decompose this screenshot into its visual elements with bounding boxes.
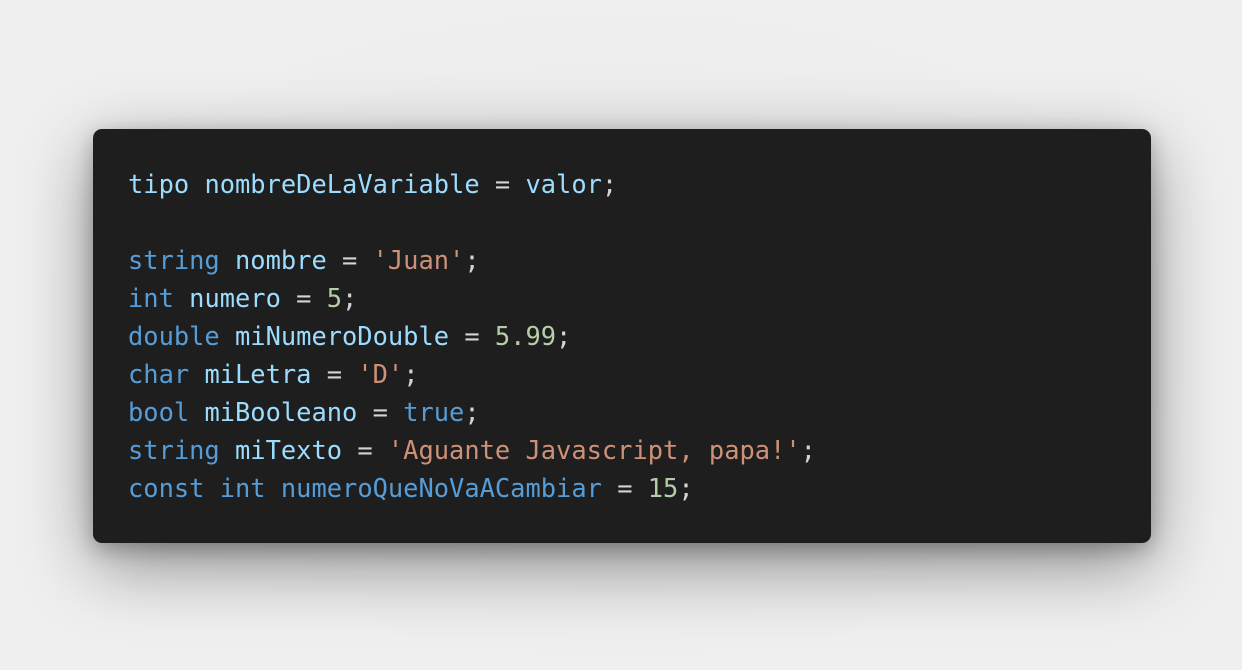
code-keyword: string [128, 435, 220, 465]
code-snippet-window: tipo nombreDeLaVariable = valor; string n… [93, 129, 1151, 543]
code-punctuation [189, 169, 204, 199]
code-keyword: string [128, 245, 220, 275]
code-punctuation: = [601, 473, 648, 503]
code-punctuation: ; [464, 397, 480, 427]
code-identifier: miLetra [204, 359, 312, 389]
code-keyword: int [219, 473, 266, 503]
code-keyword: numeroQueNoVaACambiar [280, 473, 602, 503]
code-identifier: valor [525, 169, 602, 199]
code-punctuation: ; [342, 283, 358, 313]
code-identifier: miNumeroDouble [235, 321, 450, 351]
code-punctuation: = [311, 359, 358, 389]
code-punctuation [220, 435, 235, 465]
code-identifier: miTexto [235, 435, 343, 465]
code-punctuation: = [342, 435, 388, 465]
code-punctuation [266, 473, 281, 503]
code-keyword: true [403, 397, 465, 427]
code-identifier: nombre [235, 245, 327, 275]
page-background: tipo nombreDeLaVariable = valor; string n… [0, 0, 1242, 670]
code-number: 15 [647, 473, 679, 503]
code-punctuation: ; [601, 169, 618, 199]
code-punctuation: ; [800, 435, 816, 465]
code-line: string miTexto = 'Aguante Javascript, pa… [128, 431, 1151, 469]
code-punctuation: = [280, 283, 327, 313]
code-identifier: tipo [128, 169, 190, 199]
code-punctuation: = [479, 169, 526, 199]
code-keyword: double [128, 321, 220, 351]
code-punctuation: ; [556, 321, 572, 351]
code-punctuation: ; [464, 245, 480, 275]
code-punctuation [189, 397, 204, 427]
code-punctuation: = [449, 321, 495, 351]
code-line: char miLetra = 'D'; [128, 355, 1151, 393]
code-line: bool miBooleano = true; [128, 393, 1151, 431]
code-identifier: numero [189, 283, 281, 313]
code-identifier: nombreDeLaVariable [204, 169, 480, 199]
code-block: tipo nombreDeLaVariable = valor; string n… [128, 165, 1151, 507]
code-string: 'Aguante Javascript, papa!' [387, 435, 801, 465]
code-line: string nombre = 'Juan'; [128, 241, 1151, 279]
code-keyword: const [128, 473, 205, 503]
code-punctuation [189, 359, 204, 389]
code-keyword: char [128, 359, 190, 389]
code-number: 5.99 [494, 321, 557, 351]
code-line: int numero = 5; [128, 279, 1151, 317]
code-line: double miNumeroDouble = 5.99; [128, 317, 1151, 355]
code-punctuation [204, 473, 219, 503]
code-identifier: miBooleano [204, 397, 358, 427]
code-punctuation [220, 321, 235, 351]
code-line: tipo nombreDeLaVariable = valor; [128, 165, 1151, 203]
code-punctuation: = [326, 245, 373, 275]
code-string: 'Juan' [372, 245, 465, 275]
code-punctuation [174, 283, 189, 313]
code-string: 'D' [357, 359, 404, 389]
code-punctuation: ; [678, 473, 694, 503]
code-punctuation: ; [403, 359, 419, 389]
code-keyword: bool [128, 397, 190, 427]
code-number: 5 [326, 283, 343, 313]
code-keyword: int [128, 283, 174, 313]
code-punctuation: = [357, 397, 404, 427]
code-punctuation [220, 245, 235, 275]
code-line: const int numeroQueNoVaACambiar = 15; [128, 469, 1151, 507]
